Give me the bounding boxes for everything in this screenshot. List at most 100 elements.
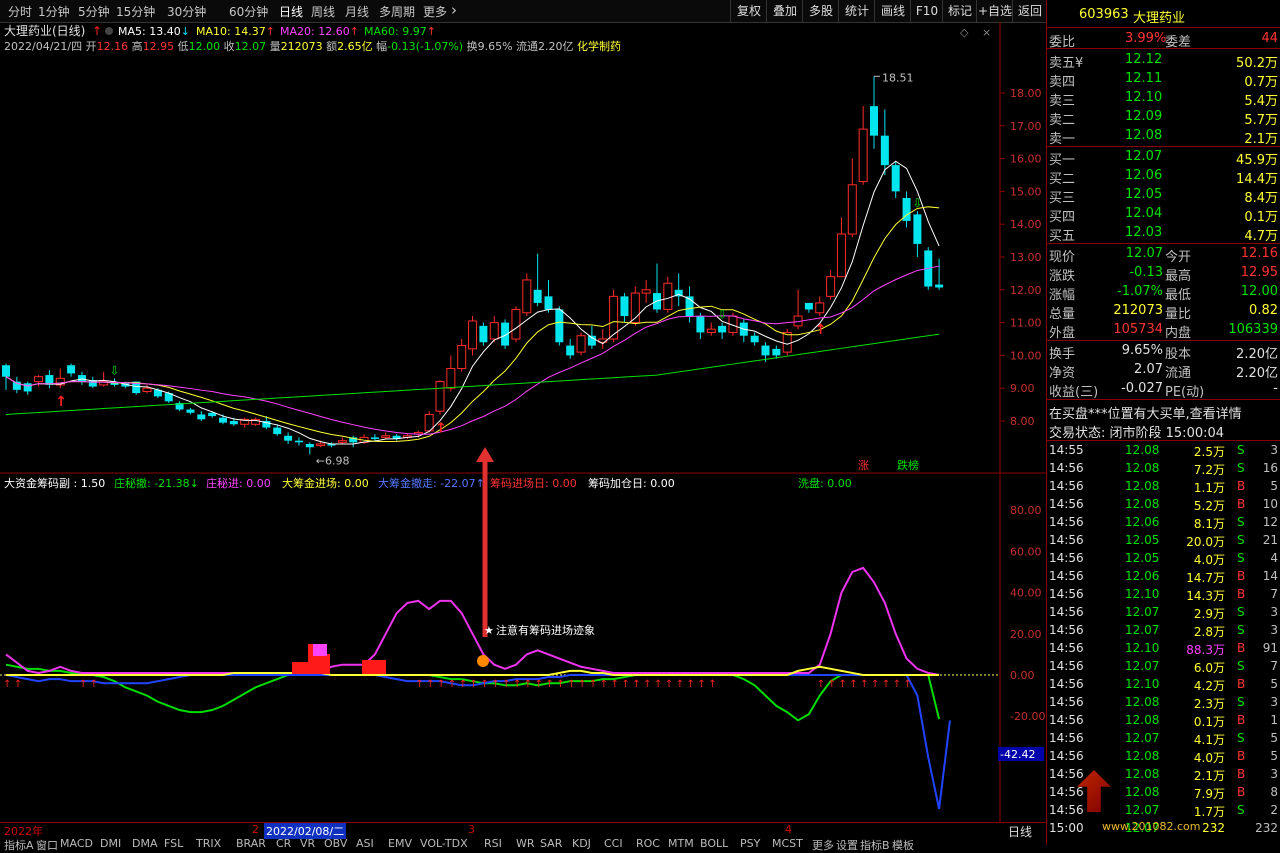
settings-icon[interactable] (105, 27, 113, 35)
indicator-tab-13[interactable]: VOL-TDX (420, 837, 468, 850)
indicator-tab-3[interactable]: DMI (100, 837, 121, 850)
candle-body (219, 417, 227, 423)
tick-cell: 12.06 (1125, 515, 1160, 529)
indicator-tab-20[interactable]: MTM (668, 837, 694, 850)
tick-row: 14:56 12.10 4.2万 B 5 (1047, 676, 1280, 694)
indicator-tab-18[interactable]: CCI (604, 837, 623, 850)
indicator-tab-23[interactable]: MCST (772, 837, 803, 850)
indicator-tab-16[interactable]: SAR (540, 837, 562, 850)
indicator-tab-19[interactable]: ROC (636, 837, 660, 850)
period-btn-3[interactable]: 15分钟 (116, 3, 155, 20)
chevron-right-icon[interactable]: › (451, 1, 457, 19)
candle-body (706, 328, 716, 333)
tick-cell: 1 (1270, 713, 1278, 727)
tick-row: 14:56 12.07 6.0万 S 7 (1047, 658, 1280, 676)
indicator-tab-21[interactable]: BOLL (700, 837, 728, 850)
close-icon[interactable]: × (982, 26, 991, 39)
indicator-tab-9[interactable]: VR (300, 837, 315, 850)
indicator-tab-25[interactable]: 设置 (836, 837, 858, 853)
indicator-tab-4[interactable]: DMA (132, 837, 158, 850)
indicator-tab-8[interactable]: CR (276, 837, 291, 850)
cell: 12.08 (1125, 128, 1163, 143)
price-tick-label: 14.00 (1010, 218, 1042, 231)
ma-label-2: MA20: 12.60↑ (280, 25, 359, 38)
arrow-head-icon (476, 447, 494, 462)
signal-arrow-icon: ↑ (578, 679, 586, 690)
cell: 买一 (1049, 153, 1076, 168)
diamond-icon[interactable]: ◇ (960, 26, 969, 39)
cell: 0.82 (1249, 303, 1278, 318)
period-btn-2[interactable]: 5分钟 (78, 3, 110, 20)
indicator-tab-10[interactable]: OBV (324, 837, 347, 850)
period-btn-9[interactable]: 多周期 (379, 3, 415, 20)
divider (1047, 340, 1280, 341)
signal-arrow-icon: ↑ (480, 679, 488, 690)
indicator-tab-17[interactable]: KDJ (572, 837, 591, 850)
indicator-tab-12[interactable]: EMV (388, 837, 412, 850)
tool-btn-5[interactable]: F10 (910, 0, 943, 22)
indicator-tab-15[interactable]: WR (516, 837, 535, 850)
indicator-tab-6[interactable]: TRIX (196, 837, 221, 850)
period-label[interactable]: 日线 (1008, 823, 1032, 840)
signal-arrow-icon: ↑ (437, 679, 445, 690)
tool-btn-7[interactable]: +自选 (976, 0, 1013, 22)
cell: 股本 (1165, 347, 1192, 362)
notice-row[interactable]: 在买盘***位置有大买单,查看详情 (1047, 402, 1280, 422)
cell: 9.65% (1121, 343, 1163, 358)
tool-btn-0[interactable]: 复权 (730, 0, 767, 22)
tool-btn-8[interactable]: 返回 (1012, 0, 1047, 22)
tool-btn-2[interactable]: 多股 (802, 0, 839, 22)
signal-arrow-icon: ↑ (524, 679, 532, 690)
tool-btn-3[interactable]: 统计 (838, 0, 875, 22)
signal-arrow-icon: ↑ (90, 679, 98, 690)
tick-cell: 12.07 (1125, 623, 1160, 637)
period-btn-10[interactable]: 更多 (423, 3, 447, 20)
indicator-tab-26[interactable]: 指标B (860, 837, 890, 853)
period-btn-5[interactable]: 60分钟 (229, 3, 268, 20)
webi-row: 委比 3.99% 委差 44 (1047, 30, 1280, 50)
signal-arrow-icon: ↑ (860, 679, 868, 690)
bottom-bar: 2022年 2 2022/02/08/二 3 4 指标A 窗口 MACD DMI DMA FSL T… (0, 822, 1046, 852)
indicator-tab-24[interactable]: 更多 (812, 837, 834, 853)
kline-chart[interactable]: 18.00 17.00 16.00 15.00 14.00 13.00 12.00 11.00… (0, 22, 1046, 822)
indicator-tab-2[interactable]: MACD (60, 837, 93, 850)
tick-cell: 14:56 (1049, 767, 1084, 781)
limit-up-badge: 涨 (858, 459, 869, 472)
indicator-tab-7[interactable]: BRAR (236, 837, 266, 850)
timeline-label-1: 2 (252, 823, 259, 836)
tool-btn-4[interactable]: 画线 (874, 0, 911, 22)
indicator-tab-22[interactable]: PSY (740, 837, 760, 850)
period-btn-1[interactable]: 1分钟 (38, 3, 70, 20)
tick-cell: 5 (1270, 677, 1278, 691)
period-btn-6[interactable]: 日线 (279, 3, 303, 20)
candle-body (457, 345, 467, 370)
indicator-tab-27[interactable]: 模板 (892, 837, 914, 853)
tick-cell: 12.08 (1125, 749, 1160, 763)
period-btn-4[interactable]: 30分钟 (167, 3, 206, 20)
chart-title: 大理药业(日线) (4, 24, 85, 38)
indicator-tab-5[interactable]: FSL (164, 837, 183, 850)
tool-btn-1[interactable]: 叠加 (766, 0, 803, 22)
cell: 44 (1261, 31, 1278, 46)
period-btn-0[interactable]: 分时 (8, 3, 32, 20)
indicator-tab-1[interactable]: 窗口 (36, 837, 58, 853)
stat2-row-2: 收益(三) -0.027 PE(动) - (1047, 380, 1280, 400)
tick-cell: 232 (1202, 821, 1225, 835)
signal-arrow-icon: ↑ (676, 679, 684, 690)
candle-body (804, 302, 813, 310)
cell: 12.06 (1125, 168, 1163, 183)
indicator-tab-11[interactable]: ASI (356, 837, 374, 850)
cell: 12.05 (1125, 187, 1163, 202)
tool-btn-6[interactable]: 标记 (942, 0, 977, 22)
period-btn-7[interactable]: 周线 (311, 3, 335, 20)
cell: 净资 (1049, 366, 1076, 381)
indicator-tab-14[interactable]: RSI (484, 837, 502, 850)
tick-cell: 5 (1270, 749, 1278, 763)
stat2-row-0: 换手 9.65% 股本 2.20亿 (1047, 342, 1280, 362)
period-btn-8[interactable]: 月线 (345, 3, 369, 20)
indicator-tab-0[interactable]: 指标A (4, 837, 34, 853)
indicator-label-6: 筹码加仓日: 0.00 (588, 476, 675, 490)
tick-cell: 12.07 (1125, 659, 1160, 673)
tick-cell: S (1237, 551, 1245, 565)
tick-cell: 4.0万 (1193, 553, 1225, 567)
